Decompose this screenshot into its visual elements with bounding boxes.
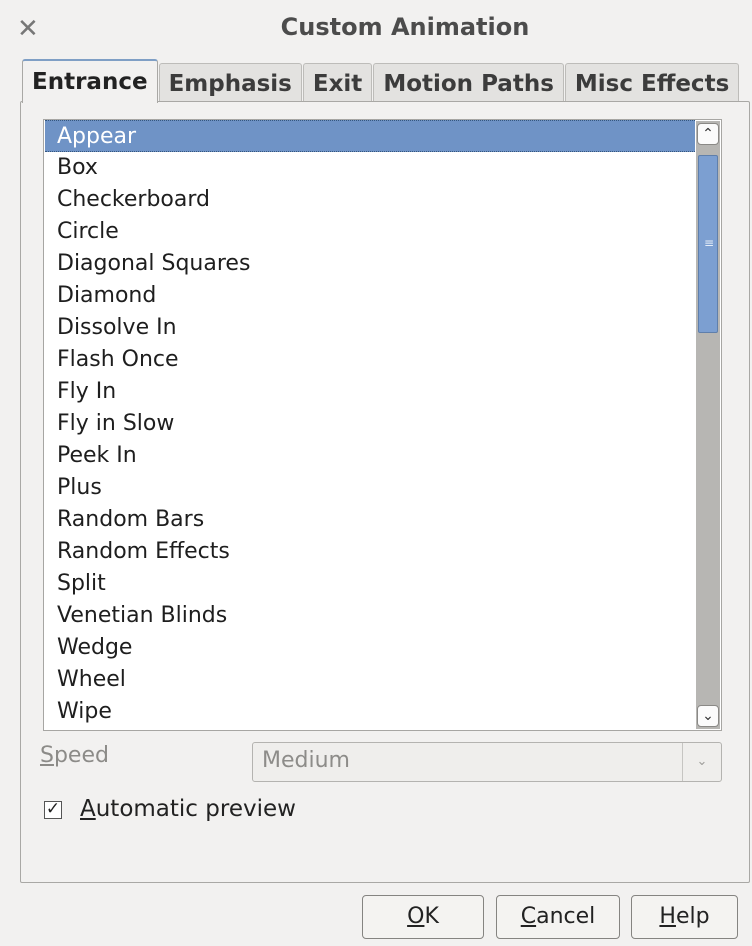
- ok-button[interactable]: OK: [362, 895, 484, 939]
- effects-list[interactable]: Appear Box Checkerboard Circle Diagonal …: [43, 119, 722, 731]
- list-item[interactable]: Fly in Slow: [45, 408, 695, 440]
- speed-value: Medium: [262, 748, 350, 773]
- dialog-title: Custom Animation: [280, 13, 530, 41]
- tab-bar: Entrance Emphasis Exit Motion Paths Misc…: [22, 59, 740, 103]
- list-item[interactable]: Fly In: [45, 376, 695, 408]
- speed-label: Speed: [40, 743, 109, 768]
- tab-misc-effects[interactable]: Misc Effects: [564, 63, 740, 103]
- tab-motion-paths[interactable]: Motion Paths: [373, 63, 564, 103]
- title-bar: ✕ Custom Animation: [0, 0, 752, 56]
- chevron-up-icon: ⌃: [702, 126, 714, 142]
- list-item[interactable]: Peek In: [45, 440, 695, 472]
- list-item[interactable]: Venetian Blinds: [45, 600, 695, 632]
- list-item[interactable]: Wedge: [45, 632, 695, 664]
- list-item[interactable]: Box: [45, 152, 695, 184]
- list-item[interactable]: Plus: [45, 472, 695, 504]
- list-item[interactable]: Wheel: [45, 664, 695, 696]
- cancel-button[interactable]: Cancel: [496, 895, 620, 939]
- list-item[interactable]: Split: [45, 568, 695, 600]
- tab-emphasis[interactable]: Emphasis: [158, 63, 302, 103]
- list-item[interactable]: Diamond: [45, 280, 695, 312]
- list-item[interactable]: Checkerboard: [45, 184, 695, 216]
- automatic-preview-label[interactable]: Automatic preview: [80, 796, 296, 822]
- list-item[interactable]: Dissolve In: [45, 312, 695, 344]
- list-item[interactable]: Diagonal Squares: [45, 248, 695, 280]
- chevron-down-icon: ⌄: [702, 708, 714, 724]
- list-item[interactable]: Random Bars: [45, 504, 695, 536]
- list-item-appear[interactable]: Appear: [45, 120, 695, 152]
- list-item[interactable]: Wipe: [45, 696, 695, 728]
- scroll-thumb[interactable]: ≡: [698, 155, 718, 333]
- list-item[interactable]: Flash Once: [45, 344, 695, 376]
- scroll-down-button[interactable]: ⌄: [697, 705, 719, 727]
- help-button[interactable]: Help: [631, 895, 738, 939]
- scroll-up-button[interactable]: ⌃: [697, 123, 719, 145]
- list-item[interactable]: Random Effects: [45, 536, 695, 568]
- list-scrollbar[interactable]: ⌃ ≡ ⌄: [696, 121, 720, 729]
- tab-exit[interactable]: Exit: [302, 63, 373, 103]
- tab-entrance[interactable]: Entrance: [22, 59, 158, 103]
- grip-icon: ≡: [704, 236, 715, 250]
- list-item[interactable]: Circle: [45, 216, 695, 248]
- chevron-down-icon[interactable]: ⌄: [682, 743, 721, 781]
- automatic-preview-checkbox[interactable]: ✓: [44, 801, 62, 819]
- speed-dropdown[interactable]: Medium ⌄: [252, 742, 722, 782]
